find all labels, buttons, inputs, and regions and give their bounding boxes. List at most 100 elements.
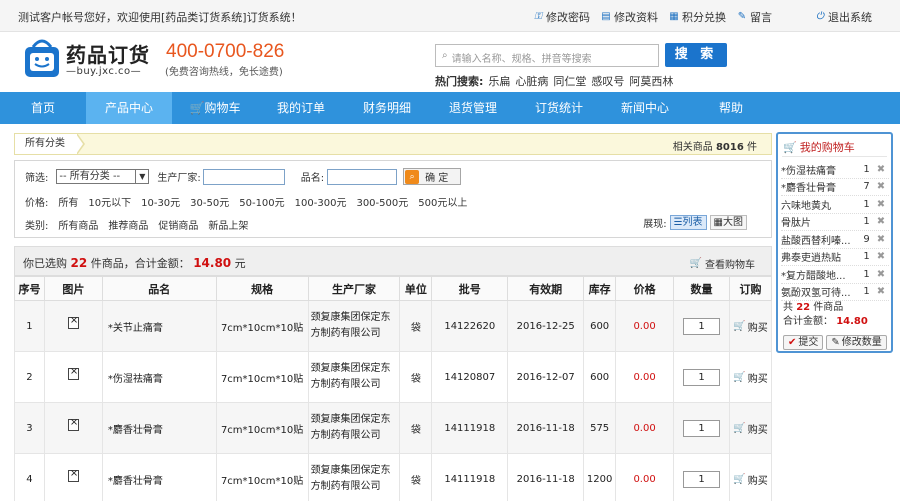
category-select[interactable]: -- 所有分类 -- ▼: [56, 169, 150, 184]
message-label: 留言: [750, 11, 772, 24]
nav-news[interactable]: 新闻中心: [602, 92, 688, 124]
nav-help[interactable]: 帮助: [688, 92, 774, 124]
cart-item-name[interactable]: *复方醋酸地...: [781, 267, 859, 282]
logout-link[interactable]: ⏻ 退出系统: [815, 9, 872, 25]
hot-keyword[interactable]: 乐扁: [488, 73, 510, 89]
view-label: 展现:: [643, 219, 667, 230]
product-name-input[interactable]: [327, 168, 398, 185]
row-name[interactable]: *麝香壮骨膏: [101, 402, 217, 454]
message-link[interactable]: ✎ 留言: [737, 9, 772, 25]
remove-icon[interactable]: ✖: [874, 234, 888, 245]
row-buy-cell: 🛒 购买: [728, 351, 773, 403]
cart-item-name[interactable]: 氨酚双氢可待...: [781, 284, 859, 299]
type-option[interactable]: 促销商品: [158, 217, 198, 232]
row-name[interactable]: *麝香壮骨膏: [101, 453, 217, 501]
submit-button[interactable]: ✔ 提交: [783, 335, 824, 350]
quantity-input[interactable]: 1: [683, 317, 720, 335]
quantity-input[interactable]: 1: [683, 368, 720, 386]
price-option[interactable]: 100-300元: [295, 194, 347, 209]
cart-item-name[interactable]: 骨肽片: [781, 214, 859, 229]
view-cart-link[interactable]: 🛒 查看购物车: [690, 256, 755, 271]
buy-button[interactable]: 🛒 购买: [733, 319, 767, 334]
price-option[interactable]: 所有: [58, 194, 78, 209]
edit-icon: ✎: [831, 337, 840, 348]
search-button[interactable]: 搜 索: [665, 43, 727, 67]
cart-item: *复方醋酸地... 1 ✖: [781, 266, 889, 284]
row-image[interactable]: [43, 402, 103, 454]
cart-item-name[interactable]: 盐酸西替利嗪...: [781, 232, 859, 247]
price-option[interactable]: 10元以下: [88, 194, 131, 209]
row-image[interactable]: [43, 453, 103, 501]
type-option[interactable]: 所有商品: [58, 217, 98, 232]
remove-icon[interactable]: ✖: [874, 269, 888, 280]
hot-keyword[interactable]: 心脏病: [515, 73, 548, 89]
cart-icon: 🛒: [733, 473, 746, 485]
price-option[interactable]: 500元以上: [418, 194, 467, 209]
col-image: 图片: [43, 276, 103, 301]
hot-keyword[interactable]: 同仁堂: [553, 73, 586, 89]
cart-item-qty: 1: [863, 163, 870, 175]
broken-image-icon: [67, 417, 79, 431]
nav-cart[interactable]: 🛒购物车: [172, 92, 258, 124]
cart-item-name[interactable]: 六味地黄丸: [781, 197, 859, 212]
table-header-row: 序号 图片 品名 规格 生产厂家 单位 批号 有效期 库存 价格 数量 订购: [14, 276, 773, 301]
nav-my-orders[interactable]: 我的订单: [258, 92, 344, 124]
search-input[interactable]: ⌕ 请输入名称、规格、拼音等搜索: [435, 44, 659, 67]
quantity-input[interactable]: 1: [683, 470, 720, 488]
buy-button[interactable]: 🛒 购买: [733, 421, 767, 436]
remove-icon[interactable]: ✖: [874, 181, 888, 192]
cart-item-name[interactable]: *麝香壮骨膏: [781, 179, 859, 194]
nav-products[interactable]: 产品中心: [86, 92, 172, 124]
type-option[interactable]: 新品上架: [208, 217, 248, 232]
cart-item-qty: 1: [863, 216, 870, 228]
buy-button[interactable]: 🛒 购买: [733, 472, 767, 487]
col-no: 序号: [14, 276, 45, 301]
breadcrumb: 所有分类 相关商品 8016 件: [14, 133, 772, 155]
grid-view-button[interactable]: ▦大图: [709, 215, 747, 230]
cart-item-qty: 1: [863, 286, 870, 298]
points-exchange-link[interactable]: ▦ 积分兑换: [669, 9, 726, 25]
row-name[interactable]: *伤湿祛痛膏: [101, 351, 217, 403]
remove-icon[interactable]: ✖: [874, 164, 888, 175]
edit-profile-link[interactable]: ▤ 修改资料: [601, 9, 658, 25]
filter-row-price: 价格: 所有 10元以下 10-30元 30-50元 50-100元 100-3…: [25, 194, 467, 209]
remove-icon[interactable]: ✖: [874, 286, 888, 297]
filter-panel: 筛选: -- 所有分类 -- ▼ 生产厂家: 品名: ⌕ 确 定 价格: 所有 …: [14, 160, 772, 238]
price-option[interactable]: 300-500元: [356, 194, 408, 209]
nav-order-stats[interactable]: 订货统计: [516, 92, 602, 124]
change-password-link[interactable]: ⚿ 修改密码: [533, 9, 590, 25]
price-option[interactable]: 30-50元: [190, 194, 229, 209]
list-view-button[interactable]: ☰列表: [669, 215, 707, 230]
confirm-button[interactable]: ⌕ 确 定: [403, 168, 462, 185]
buy-button[interactable]: 🛒 购买: [733, 370, 767, 385]
row-image[interactable]: [43, 300, 103, 352]
cart-title-label: 我的购物车: [799, 141, 855, 154]
message-icon: ✎: [737, 11, 747, 22]
nav-returns[interactable]: 退货管理: [430, 92, 516, 124]
cart-item: 氨酚双氢可待... 1 ✖: [781, 284, 889, 301]
manufacturer-input[interactable]: [202, 168, 285, 185]
price-option[interactable]: 50-100元: [239, 194, 284, 209]
row-qty-cell: 1: [673, 402, 730, 454]
row-name[interactable]: *关节止痛膏: [101, 300, 217, 352]
row-image[interactable]: [43, 351, 103, 403]
cart-item-qty: 1: [863, 268, 870, 280]
remove-icon[interactable]: ✖: [874, 216, 888, 227]
col-unit: 单位: [399, 276, 433, 301]
remove-icon[interactable]: ✖: [874, 251, 888, 262]
row-batch: 14120807: [431, 351, 509, 403]
type-option[interactable]: 推荐商品: [108, 217, 148, 232]
cart-item-name[interactable]: 弗泰吏逍热贴: [781, 249, 859, 264]
breadcrumb-all-categories[interactable]: 所有分类: [15, 134, 77, 154]
hot-keyword[interactable]: 阿莫西林: [629, 73, 673, 89]
quantity-input[interactable]: 1: [683, 419, 720, 437]
shopping-bag-logo-icon[interactable]: [22, 35, 62, 79]
cart-item-name[interactable]: *伤湿祛痛膏: [781, 162, 859, 177]
remove-icon[interactable]: ✖: [874, 199, 888, 210]
modify-quantity-button[interactable]: ✎ 修改数量: [826, 335, 887, 350]
price-option[interactable]: 10-30元: [141, 194, 180, 209]
nav-finance[interactable]: 财务明细: [344, 92, 430, 124]
hot-keyword[interactable]: 感叹号: [591, 73, 624, 89]
row-buy-cell: 🛒 购买: [728, 402, 773, 454]
nav-home[interactable]: 首页: [0, 92, 86, 124]
